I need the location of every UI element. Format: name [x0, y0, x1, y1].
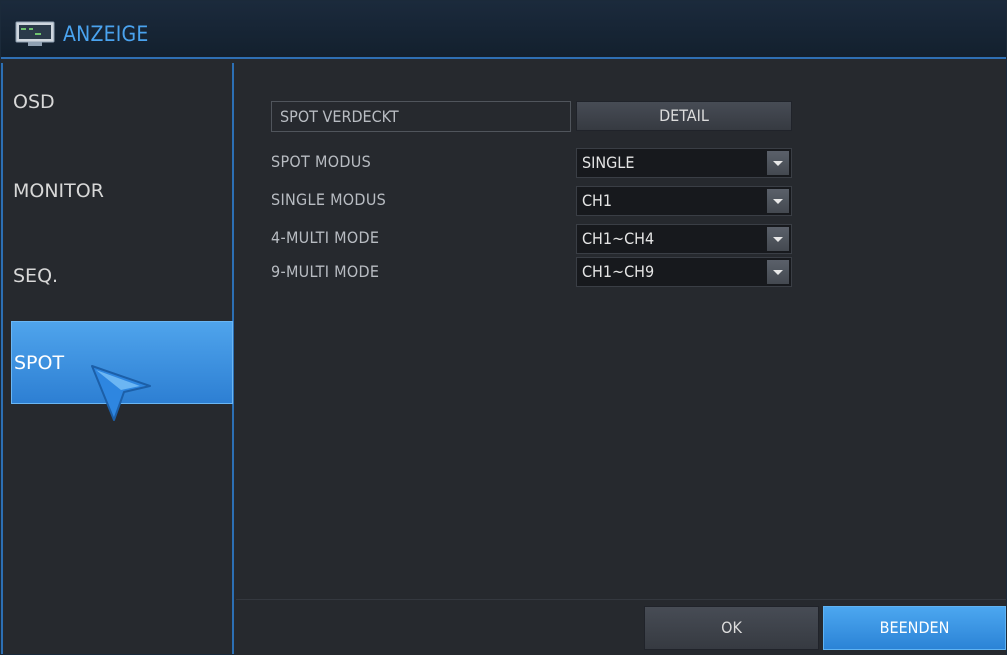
display-settings-window: ANZEIGE OSD MONITOR SEQ. SPOT SPOT VERDE… — [0, 0, 1007, 655]
sidebar-item-osd[interactable]: OSD — [11, 71, 233, 151]
chevron-down-icon[interactable] — [767, 227, 789, 251]
monitor-icon — [15, 21, 55, 46]
footer-bar: OK BEENDEN — [236, 599, 1006, 655]
nine-multi-mode-label: 9-MULTI MODE — [271, 262, 380, 281]
spot-hidden-field: SPOT VERDECKT — [271, 101, 571, 132]
chevron-down-icon[interactable] — [767, 260, 789, 284]
window-title: ANZEIGE — [63, 22, 149, 46]
nine-multi-mode-value: CH1~CH9 — [582, 262, 655, 281]
single-mode-dropdown[interactable]: CH1 — [576, 186, 792, 216]
sidebar-item-seq[interactable]: SEQ. — [11, 237, 233, 317]
four-multi-mode-value: CH1~CH4 — [582, 229, 655, 248]
nine-multi-mode-dropdown[interactable]: CH1~CH9 — [576, 257, 792, 287]
sidebar-item-label: SEQ. — [13, 265, 59, 287]
title-bar: ANZEIGE — [1, 1, 1006, 59]
single-mode-label: SINGLE MODUS — [271, 190, 387, 209]
spot-hidden-label: SPOT VERDECKT — [280, 107, 399, 126]
chevron-down-icon[interactable] — [767, 151, 789, 175]
ok-button[interactable]: OK — [644, 606, 819, 650]
exit-button[interactable]: BEENDEN — [823, 606, 1006, 650]
sidebar-item-label: SPOT — [14, 352, 65, 374]
sidebar: OSD MONITOR SEQ. SPOT — [1, 63, 234, 654]
spot-settings-panel: SPOT VERDECKT DETAIL SPOT MODUS SINGLE S… — [236, 63, 1006, 655]
detail-button[interactable]: DETAIL — [576, 101, 792, 131]
sidebar-item-spot[interactable]: SPOT — [11, 321, 233, 421]
chevron-down-icon[interactable] — [767, 189, 789, 213]
mouse-pointer-icon — [91, 365, 151, 421]
four-multi-mode-label: 4-MULTI MODE — [271, 228, 380, 247]
four-multi-mode-dropdown[interactable]: CH1~CH4 — [576, 224, 792, 254]
spot-mode-value: SINGLE — [582, 153, 635, 172]
sidebar-item-label: OSD — [13, 91, 55, 113]
sidebar-item-monitor[interactable]: MONITOR — [11, 159, 233, 239]
spot-mode-dropdown[interactable]: SINGLE — [576, 148, 792, 178]
spot-mode-label: SPOT MODUS — [271, 152, 372, 171]
single-mode-value: CH1 — [582, 191, 613, 210]
sidebar-item-label: MONITOR — [13, 180, 104, 202]
